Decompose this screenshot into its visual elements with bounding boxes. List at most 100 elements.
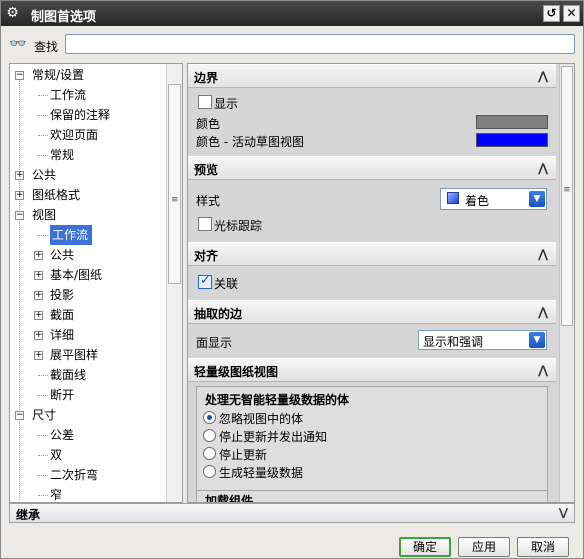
style-value: 着色 <box>465 194 490 208</box>
settings-scroll-thumb[interactable]: ≡ <box>561 66 573 326</box>
title-bar[interactable]: ⚙ 制图首选项 ↺ ✕ <box>1 1 583 26</box>
tree-item[interactable]: + 基本/图纸 <box>10 265 165 285</box>
tree-item[interactable]: + 公共 <box>10 245 165 265</box>
tree-connector <box>38 375 48 376</box>
section-header-lightweight[interactable]: 轻量级图纸视图 ⋀ <box>188 358 556 382</box>
chevron-up-icon[interactable]: ⋀ <box>534 67 552 85</box>
cancel-button[interactable]: 取消 <box>517 537 569 557</box>
tree-item[interactable]: 断开 <box>10 385 165 405</box>
radio-option-ignore[interactable] <box>203 411 216 424</box>
reset-icon[interactable]: ↺ <box>543 5 560 22</box>
inherit-label: 继承 <box>16 508 41 522</box>
tree-item-label: 公差 <box>50 428 75 442</box>
tree-connector <box>38 155 48 156</box>
expand-icon[interactable]: + <box>15 171 24 180</box>
cursor-tracking-checkbox[interactable] <box>198 217 212 231</box>
group-title: 加载组件 <box>205 494 254 503</box>
tree-item[interactable]: 二次折弯 <box>10 465 165 485</box>
style-dropdown[interactable]: 着色 ▼ <box>440 188 547 210</box>
border-color-swatch[interactable] <box>476 115 548 129</box>
tree-item-label: 常规 <box>50 148 75 162</box>
inherit-section[interactable]: 继承 ⋁ <box>9 503 575 523</box>
tree-connector <box>38 435 48 436</box>
section-title: 边界 <box>194 71 219 85</box>
expand-icon[interactable]: + <box>34 331 43 340</box>
chevron-up-icon[interactable]: ⋀ <box>534 245 552 263</box>
tree-connector <box>38 235 48 236</box>
load-components-group: 加载组件 <box>196 490 548 503</box>
tree-item[interactable]: 工作流 <box>10 225 165 245</box>
expand-icon[interactable]: + <box>34 291 43 300</box>
tree-item-label: 窄 <box>50 488 63 502</box>
radio-option-stop-notify[interactable] <box>203 429 216 442</box>
tree-item-label: 投影 <box>50 288 75 302</box>
cursor-tracking-label: 光标跟踪 <box>214 219 263 233</box>
face-display-label: 面显示 <box>196 336 233 350</box>
tree-item-label: 截面线 <box>50 368 87 382</box>
chevron-up-icon[interactable]: ⋀ <box>534 159 552 177</box>
tree-item[interactable]: 常规 <box>10 145 165 165</box>
tree-item[interactable]: 工作流 <box>10 85 165 105</box>
section-header-align[interactable]: 对齐 ⋀ <box>188 242 556 266</box>
radio-label: 忽略视图中的体 <box>219 412 304 426</box>
associative-checkbox[interactable] <box>198 273 212 289</box>
collapse-icon[interactable]: − <box>15 211 24 220</box>
face-display-dropdown[interactable]: 显示和强调 ▼ <box>418 330 547 350</box>
chevron-up-icon[interactable]: ⋀ <box>534 361 552 379</box>
tree-item[interactable]: − 尺寸 <box>10 405 165 425</box>
radio-option-generate[interactable] <box>203 465 216 478</box>
tree-item-label: 图纸格式 <box>32 188 81 202</box>
chevron-up-icon[interactable]: ⋀ <box>534 303 552 321</box>
active-sketch-color-swatch[interactable] <box>476 133 548 147</box>
chevron-down-icon[interactable]: ▼ <box>529 332 545 348</box>
collapse-icon[interactable]: − <box>15 411 24 420</box>
search-label: 查找 <box>34 40 59 54</box>
expand-icon[interactable]: + <box>34 251 43 260</box>
expand-icon[interactable]: + <box>34 351 43 360</box>
tree-item[interactable]: + 截面 <box>10 305 165 325</box>
section-header-preview[interactable]: 预览 ⋀ <box>188 156 556 180</box>
section-header-extracted-edges[interactable]: 抽取的边 ⋀ <box>188 300 556 324</box>
section-header-border[interactable]: 边界 ⋀ <box>188 64 556 88</box>
category-tree[interactable]: 窄二次折弯双公差 − 尺寸 断开 截面线 + 展平图样 + 详细 + 截面 + 投影 + 基本/图纸 + 公共工… <box>9 63 183 503</box>
color-label: 颜色 <box>196 117 221 131</box>
search-input[interactable] <box>65 34 575 54</box>
search-row: 👓 查找 <box>1 28 583 58</box>
expand-icon[interactable]: + <box>34 271 43 280</box>
preferences-dialog: ⚙ 制图首选项 ↺ ✕ 👓 查找 窄 二次折弯 双 公差 − 尺寸 断开 截面线 + 展平图样 + 详… <box>0 0 584 559</box>
tree-item[interactable]: 欢迎页面 <box>10 125 165 145</box>
chevron-down-icon[interactable]: ▼ <box>529 191 545 207</box>
show-border-checkbox[interactable] <box>198 95 212 109</box>
tree-item-label: 基本/图纸 <box>50 268 103 282</box>
tree-item[interactable]: + 详细 <box>10 325 165 345</box>
section-title: 对齐 <box>194 249 219 263</box>
tree-item[interactable]: − 常规/设置 <box>10 65 165 85</box>
tree-item[interactable]: 保留的注释 <box>10 105 165 125</box>
tree-item[interactable]: 双 <box>10 445 165 465</box>
tree-item[interactable]: + 图纸格式 <box>10 185 165 205</box>
tree-item[interactable]: 公差 <box>10 425 165 445</box>
tree-item[interactable]: + 投影 <box>10 285 165 305</box>
settings-scrollbar[interactable]: ≡ <box>559 64 574 502</box>
chevron-down-icon[interactable]: ⋁ <box>559 506 568 519</box>
section-title: 预览 <box>194 163 219 177</box>
close-icon[interactable]: ✕ <box>563 5 580 22</box>
collapse-icon[interactable]: − <box>15 71 24 80</box>
tree-item[interactable]: 截面线 <box>10 365 165 385</box>
radio-option-stop[interactable] <box>203 447 216 460</box>
tree-connector <box>38 135 48 136</box>
shaded-cube-icon <box>447 192 459 204</box>
apply-button[interactable]: 应用 <box>458 537 510 557</box>
gear-icon: ⚙ <box>6 5 19 21</box>
tree-scroll-thumb[interactable]: ≡ <box>168 84 181 284</box>
tree-item[interactable]: − 视图 <box>10 205 165 225</box>
expand-icon[interactable]: + <box>34 311 43 320</box>
ok-button[interactable]: 确定 <box>399 537 451 557</box>
tree-item[interactable]: + 公共 <box>10 165 165 185</box>
tree-item[interactable]: + 展平图样 <box>10 345 165 365</box>
expand-icon[interactable]: + <box>15 191 24 200</box>
tree-scrollbar[interactable]: ≡ <box>166 64 182 502</box>
tree-connector <box>38 495 48 496</box>
tree-item[interactable]: 窄 <box>10 485 165 502</box>
tree-item-label: 二次折弯 <box>50 468 99 482</box>
